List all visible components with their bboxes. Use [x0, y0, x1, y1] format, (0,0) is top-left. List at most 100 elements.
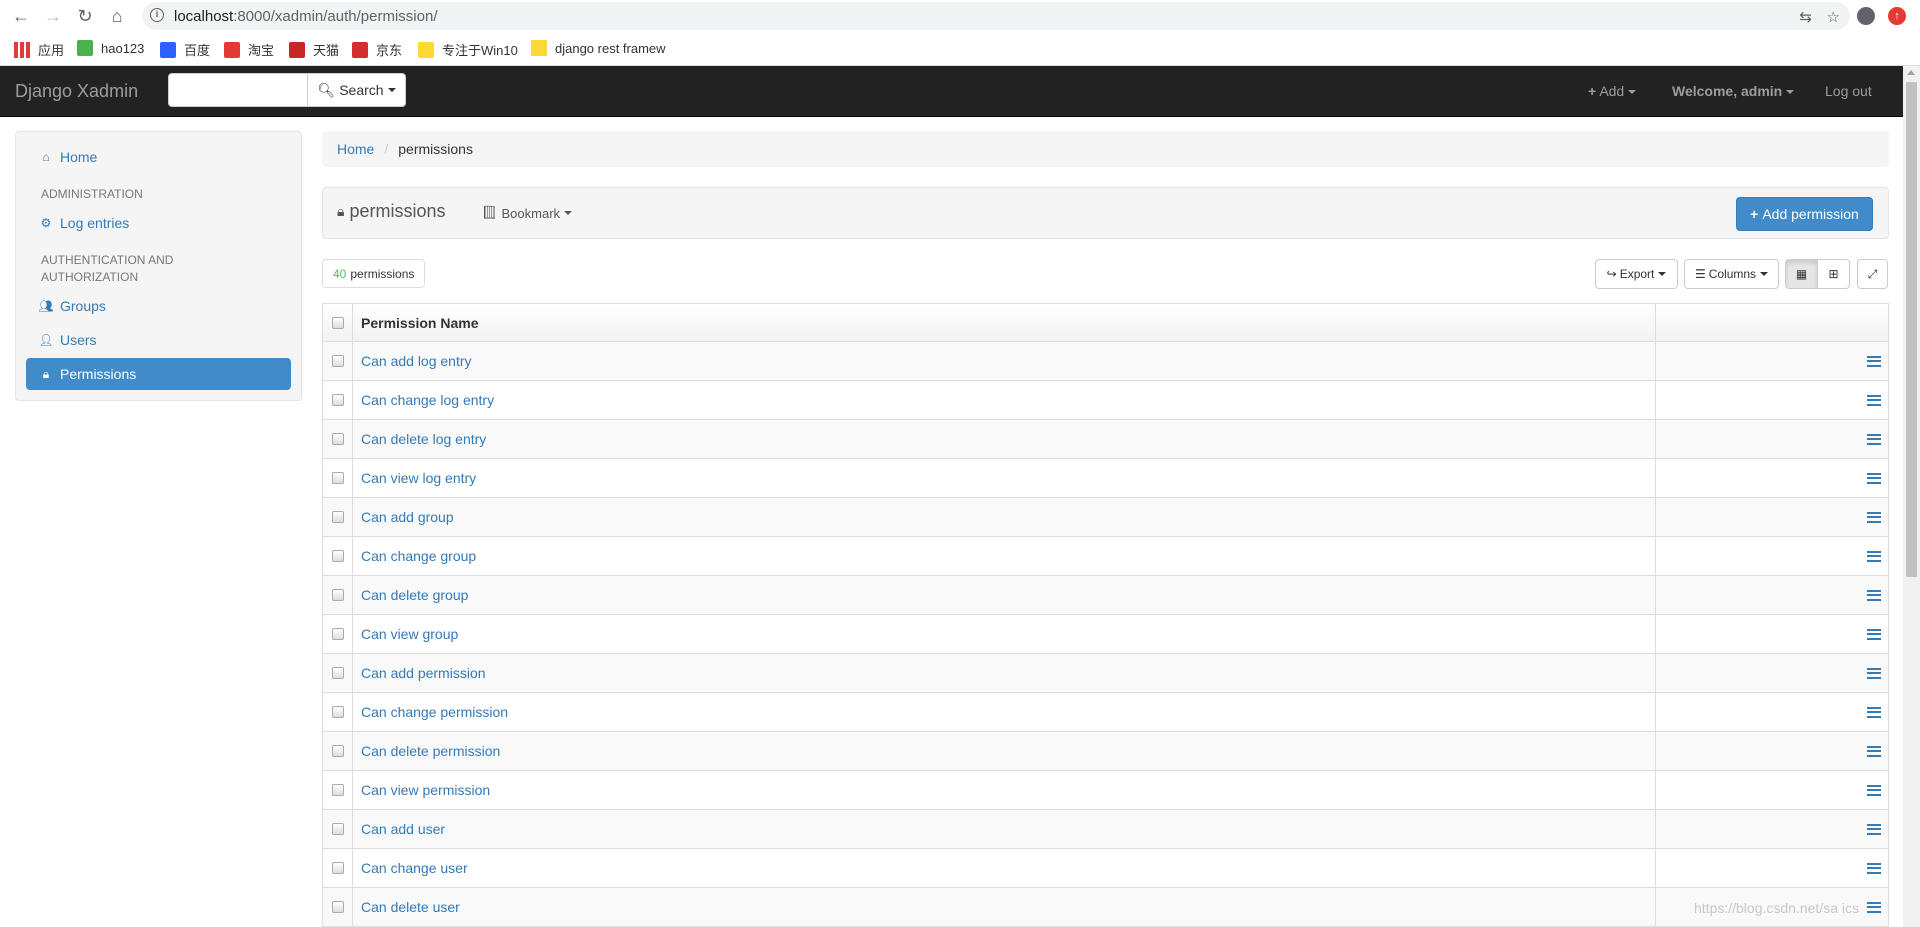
permission-link[interactable]: Can delete permission: [361, 743, 500, 759]
fullscreen-button[interactable]: ⤢: [1857, 259, 1888, 289]
permission-link[interactable]: Can change permission: [361, 704, 508, 720]
site-info-icon[interactable]: i: [150, 8, 164, 22]
permission-link[interactable]: Can change group: [361, 548, 476, 564]
extension-icon[interactable]: ↑: [1886, 5, 1908, 27]
list-detail-icon[interactable]: [1867, 862, 1881, 874]
columns-button[interactable]: ☰ Columns: [1684, 259, 1779, 289]
row-checkbox[interactable]: [323, 420, 353, 458]
bookmark-baidu[interactable]: 百度: [160, 40, 210, 59]
list-detail-icon[interactable]: [1867, 745, 1881, 757]
column-header-permission-name[interactable]: Permission Name: [353, 304, 1656, 341]
list-detail-icon[interactable]: [1867, 823, 1881, 835]
sidebar-item-permissions[interactable]: 🔒︎ Permissions: [26, 358, 291, 390]
forward-icon[interactable]: →: [42, 5, 64, 27]
list-detail-icon[interactable]: [1867, 433, 1881, 445]
breadcrumb-home[interactable]: Home: [337, 141, 374, 157]
reload-icon[interactable]: ↻: [74, 5, 96, 27]
row-checkbox[interactable]: [323, 771, 353, 809]
user-menu[interactable]: Welcome, admin: [1672, 83, 1795, 99]
permission-link[interactable]: Can view permission: [361, 782, 490, 798]
row-checkbox[interactable]: [323, 888, 353, 926]
breadcrumb-separator: /: [384, 141, 389, 157]
logout-link[interactable]: Log out: [1825, 83, 1872, 99]
brand-link[interactable]: Django Xadmin: [15, 81, 138, 102]
row-checkbox[interactable]: [323, 732, 353, 770]
list-detail-icon[interactable]: [1867, 901, 1881, 913]
row-checkbox[interactable]: [323, 342, 353, 380]
row-checkbox[interactable]: [323, 810, 353, 848]
row-action-cell: [1656, 381, 1889, 419]
table-row: Can delete group: [322, 576, 1889, 615]
url-text[interactable]: localhost:8000/xadmin/auth/permission/: [174, 8, 437, 25]
list-detail-icon[interactable]: [1867, 706, 1881, 718]
list-detail-icon[interactable]: [1867, 784, 1881, 796]
permission-link[interactable]: Can add log entry: [361, 353, 472, 369]
permission-link[interactable]: Can change user: [361, 860, 468, 876]
scroll-up-arrow-icon[interactable]: [1907, 70, 1915, 75]
permission-name-cell: Can view group: [353, 615, 1656, 653]
bookmark-hao123[interactable]: hao123: [77, 40, 144, 56]
list-detail-icon[interactable]: [1867, 667, 1881, 679]
permission-link[interactable]: Can view log entry: [361, 470, 476, 486]
bookmark-dropdown[interactable]: 📕︎ Bookmark: [481, 205, 573, 221]
table-row: Can delete log entry: [322, 420, 1889, 459]
permission-link[interactable]: Can delete group: [361, 587, 468, 603]
permission-link[interactable]: Can view group: [361, 626, 458, 642]
list-detail-icon[interactable]: [1867, 550, 1881, 562]
row-checkbox[interactable]: [323, 654, 353, 692]
row-checkbox[interactable]: [323, 498, 353, 536]
profile-avatar-icon[interactable]: [1855, 5, 1877, 27]
row-checkbox[interactable]: [323, 576, 353, 614]
bookmark-apps[interactable]: 应用: [14, 40, 64, 59]
star-icon[interactable]: ☆: [1827, 8, 1840, 26]
translate-icon[interactable]: ⇆: [1799, 8, 1812, 26]
bookmark-win10[interactable]: 专注于Win10: [418, 40, 518, 59]
permission-link[interactable]: Can add group: [361, 509, 454, 525]
permission-name-cell: Can delete group: [353, 576, 1656, 614]
sidebar-item-users[interactable]: 👤︎ Users: [26, 324, 291, 356]
bookmark-tmall[interactable]: 天猫: [289, 40, 339, 59]
select-all-checkbox[interactable]: [323, 304, 353, 341]
add-menu[interactable]: + Add: [1588, 83, 1637, 99]
row-checkbox[interactable]: [323, 459, 353, 497]
back-icon[interactable]: ←: [10, 5, 32, 27]
search-input[interactable]: [168, 73, 308, 107]
sidebar-item-groups[interactable]: 👥︎ Groups: [26, 290, 291, 322]
page-title: 🔒︎ permissions: [337, 201, 446, 221]
list-detail-icon[interactable]: [1867, 628, 1881, 640]
scroll-thumb[interactable]: [1906, 82, 1917, 577]
add-permission-button[interactable]: + Add permission: [1736, 197, 1873, 231]
list-detail-icon[interactable]: [1867, 511, 1881, 523]
row-checkbox[interactable]: [323, 537, 353, 575]
permission-link[interactable]: Can change log entry: [361, 392, 494, 408]
row-checkbox[interactable]: [323, 693, 353, 731]
row-checkbox[interactable]: [323, 615, 353, 653]
sidebar-item-home[interactable]: ⌂ Home: [26, 141, 291, 173]
grid-view-button[interactable]: ▦: [1785, 259, 1818, 289]
list-detail-icon[interactable]: [1867, 472, 1881, 484]
permission-link[interactable]: Can add user: [361, 821, 445, 837]
permission-link[interactable]: Can add permission: [361, 665, 486, 681]
sidebar-section-auth: AUTHENTICATION AND AUTHORIZATION: [41, 253, 174, 284]
apps-grid-icon: [14, 41, 30, 58]
search-button[interactable]: 🔍︎ Search: [308, 73, 406, 107]
browser-toolbar: ← → ↻ ⌂ i localhost:8000/xadmin/auth/per…: [0, 0, 1920, 32]
permission-link[interactable]: Can delete log entry: [361, 431, 486, 447]
page-scrollbar[interactable]: [1903, 66, 1920, 927]
row-checkbox[interactable]: [323, 849, 353, 887]
sidebar-item-log-entries[interactable]: ⚙ Log entries: [26, 207, 291, 239]
bookmark-jd[interactable]: 京东: [352, 40, 402, 59]
breadcrumb: Home / permissions: [322, 131, 1889, 167]
thumb-view-button[interactable]: ⊞: [1817, 259, 1850, 289]
top-navbar: Django Xadmin 🔍︎ Search + Add Welcome, a…: [0, 66, 1903, 117]
export-button[interactable]: ↪ Export: [1595, 259, 1678, 289]
bookmark-taobao[interactable]: 淘宝: [224, 40, 274, 59]
list-detail-icon[interactable]: [1867, 589, 1881, 601]
list-detail-icon[interactable]: [1867, 394, 1881, 406]
bookmark-drf[interactable]: django rest framew: [531, 40, 666, 56]
list-detail-icon[interactable]: [1867, 355, 1881, 367]
address-bar[interactable]: i localhost:8000/xadmin/auth/permission/…: [142, 2, 1850, 30]
home-icon[interactable]: ⌂: [106, 5, 128, 27]
row-checkbox[interactable]: [323, 381, 353, 419]
permission-link[interactable]: Can delete user: [361, 899, 460, 915]
